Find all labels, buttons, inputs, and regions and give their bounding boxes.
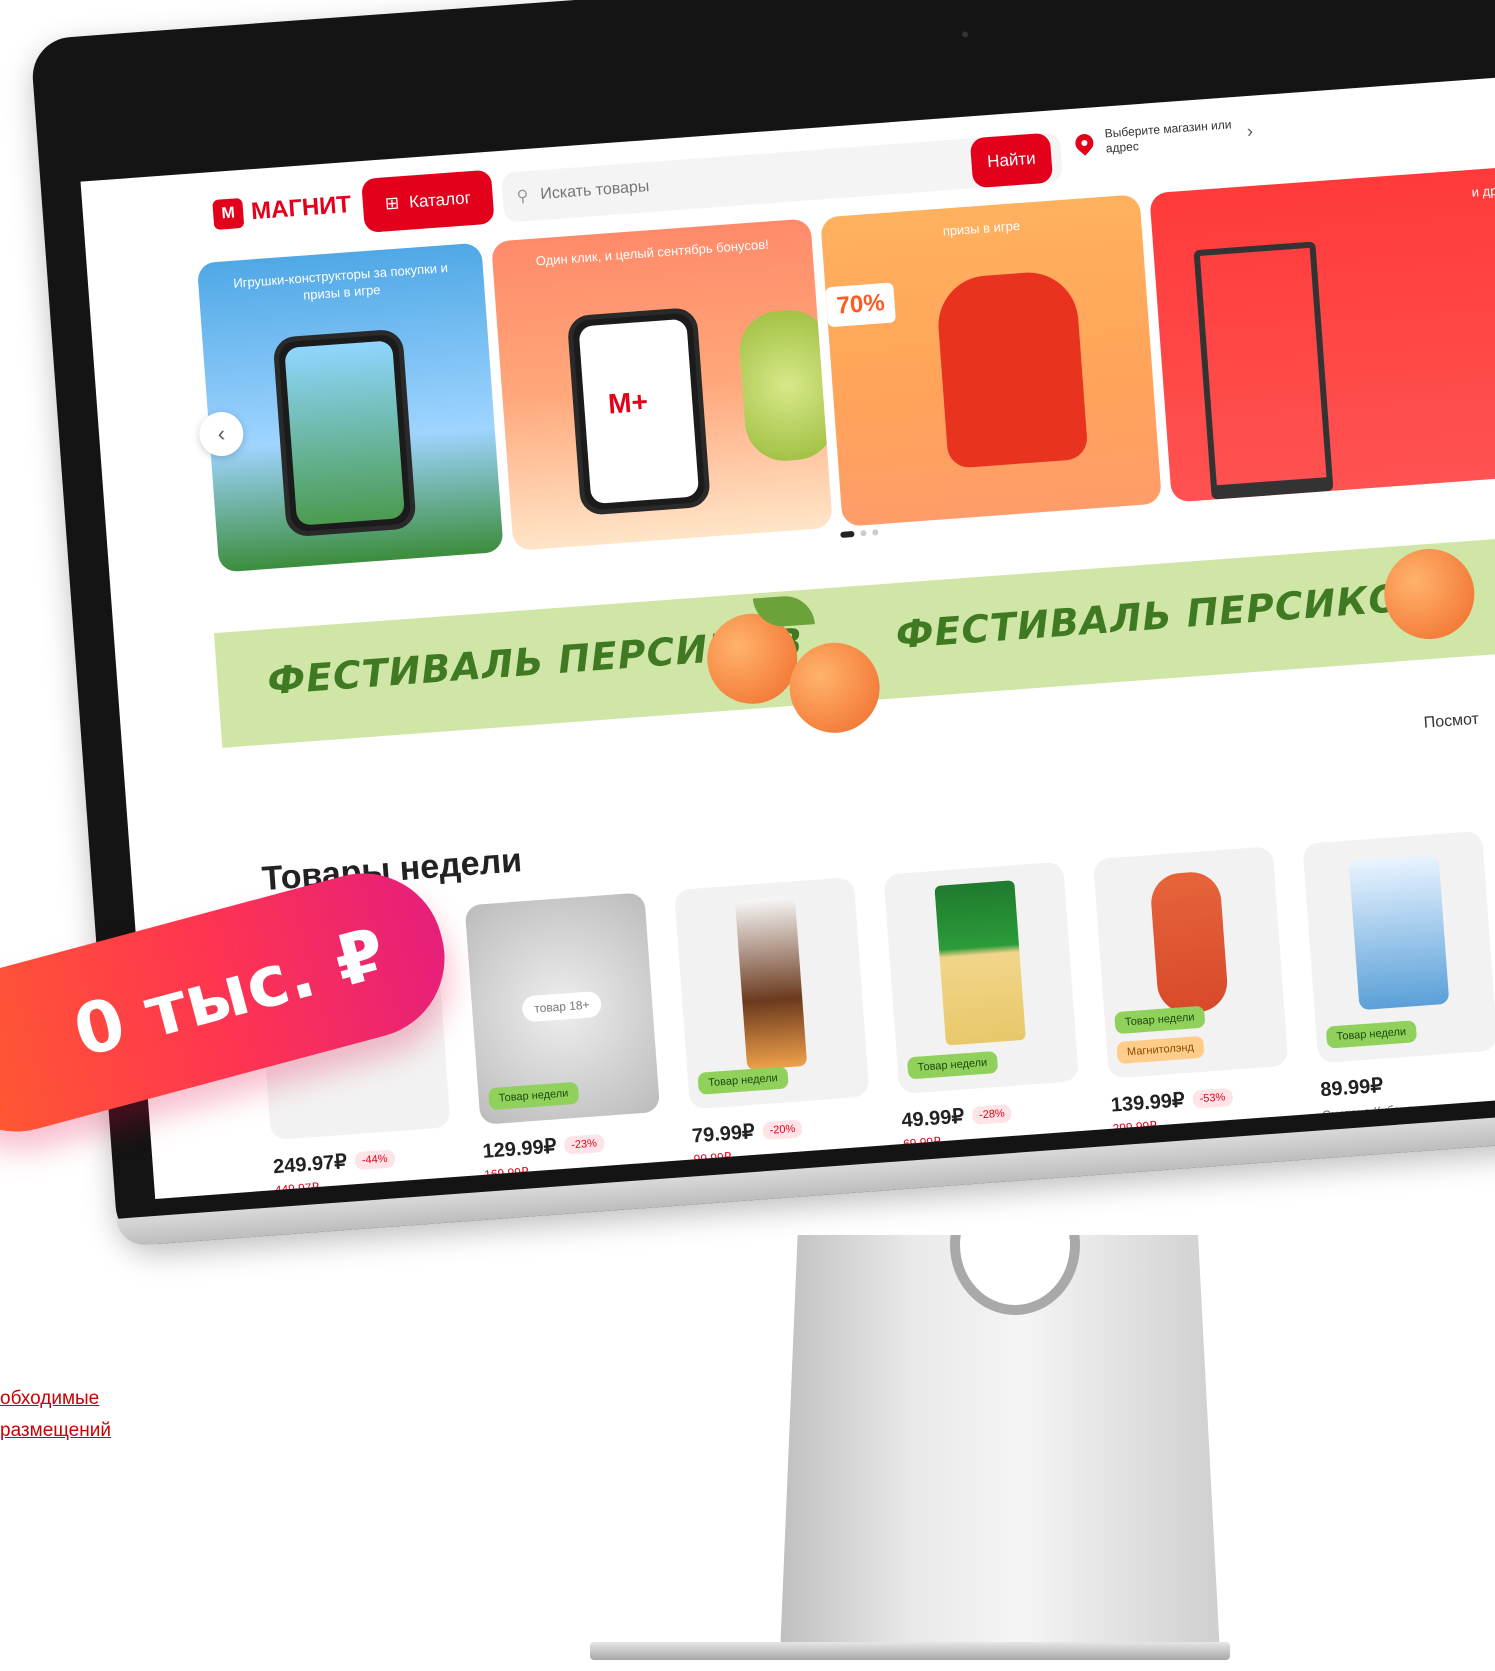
product-image: Товар недели Магнитолэнд [1092, 846, 1289, 1079]
catalog-label: Каталог [408, 188, 472, 212]
week-badge: Товар недели [697, 1066, 789, 1095]
peach-title: ФЕСТИВАЛЬ ПЕРСИКОВ [894, 573, 1434, 658]
price: 89.99₽ [1319, 1074, 1384, 1102]
note-line: размещений [0, 1420, 111, 1441]
sour-cream-image [1348, 854, 1450, 1011]
catalog-button[interactable]: ⊞ Каталог [361, 169, 495, 233]
discount-badge: -20% [761, 1118, 803, 1140]
discount-badge: -23% [563, 1133, 605, 1155]
product-image: Товар недели [673, 876, 870, 1110]
address-text: Выберите магазин или адрес [1104, 117, 1232, 156]
ice-cream-image [734, 896, 808, 1071]
product-card[interactable]: Товар недели 49.99₽ -28% 69.99₽ [883, 861, 1083, 1151]
price: 79.99₽ [691, 1120, 756, 1148]
grapes-image [736, 307, 833, 464]
product-card[interactable]: Товар недели Магнитолэнд 139.99₽ -53% 299… [1092, 846, 1293, 1136]
logo[interactable]: М МАГНИТ [212, 190, 353, 231]
product-card[interactable]: Товар недели 79.99₽ -20% 99.99₽ [673, 876, 874, 1166]
banner-treadmill[interactable]: и другие за покупки [1149, 159, 1495, 503]
price: 129.99₽ [481, 1135, 558, 1163]
note-link[interactable]: обходимые размещений [0, 1383, 111, 1447]
age-restriction-label: товар 18+ [521, 990, 603, 1023]
treadmill-image [1193, 241, 1334, 500]
phone-image: M+ [566, 306, 711, 516]
location-pin-icon [1071, 130, 1098, 156]
banner-backpack[interactable]: призы в игре 70% [820, 194, 1162, 527]
discount-badge: -44% [354, 1148, 396, 1170]
stand-hinge [950, 1235, 1080, 1315]
find-button[interactable]: Найти [969, 132, 1054, 189]
pasta-pack-image [934, 880, 1026, 1046]
product-image: Товар недели [883, 861, 1080, 1095]
week-badge: Товар недели [1114, 1005, 1206, 1035]
carousel-dot[interactable] [840, 530, 855, 538]
chevron-right-icon: › [1246, 120, 1254, 141]
search-icon: ⚲ [516, 187, 530, 206]
price: 49.99₽ [900, 1105, 965, 1133]
carousel-dot[interactable] [872, 529, 879, 536]
banner-bonuses[interactable]: Один клик, и целый сентябрь бонусов! M+ [491, 218, 833, 551]
product-image: товар 18+ Товар недели [464, 892, 661, 1125]
price: 139.99₽ [1110, 1089, 1186, 1117]
banner-text: Игрушки-конструкторы за покупки и призы … [232, 260, 449, 303]
price: 249.97₽ [272, 1150, 348, 1179]
week-badge: Товар недели [906, 1050, 998, 1080]
camera [961, 31, 969, 38]
week-badge: Товар недели [1325, 1020, 1417, 1049]
product-card[interactable]: товар 18+ Товар недели 129.99₽ -23% 169.9… [464, 892, 665, 1182]
backpack-image [934, 269, 1089, 469]
monitor-base [590, 1642, 1230, 1660]
peach-image [1381, 545, 1478, 643]
sausage-image [1149, 870, 1230, 1015]
carousel-dot[interactable] [860, 530, 867, 537]
see-all-link[interactable]: Посмот [1423, 711, 1479, 733]
discount-tag: 70% [825, 282, 897, 328]
magnit-logo-icon: М [212, 197, 245, 231]
banner-toys[interactable]: Игрушки-конструкторы за покупки и призы … [196, 242, 504, 573]
search-input[interactable] [537, 152, 982, 206]
banner-text: и другие за покупки [1471, 176, 1495, 200]
note-line: обходимые [0, 1388, 100, 1409]
monitor-stand [780, 1235, 1220, 1655]
logo-text: МАГНИТ [250, 190, 353, 226]
product-card[interactable]: Товар недели 89.99₽ Сметана Кубанс [1302, 830, 1495, 1122]
grid-icon: ⊞ [384, 193, 400, 214]
carousel-dots [840, 529, 879, 538]
store-badge: Магнитолэнд [1116, 1035, 1205, 1065]
week-badge: Товар недели [488, 1081, 580, 1111]
discount-badge: -28% [971, 1103, 1013, 1125]
address-selector[interactable]: Выберите магазин или адрес › [1071, 116, 1254, 159]
discount-badge: -53% [1191, 1087, 1233, 1109]
banner-text: Один клик, и целый сентябрь бонусов! [535, 236, 770, 269]
phone-image [272, 328, 417, 538]
banner-text: призы в игре [942, 218, 1021, 239]
product-image: Товар недели [1302, 830, 1495, 1064]
mplus-logo: M+ [607, 385, 649, 420]
